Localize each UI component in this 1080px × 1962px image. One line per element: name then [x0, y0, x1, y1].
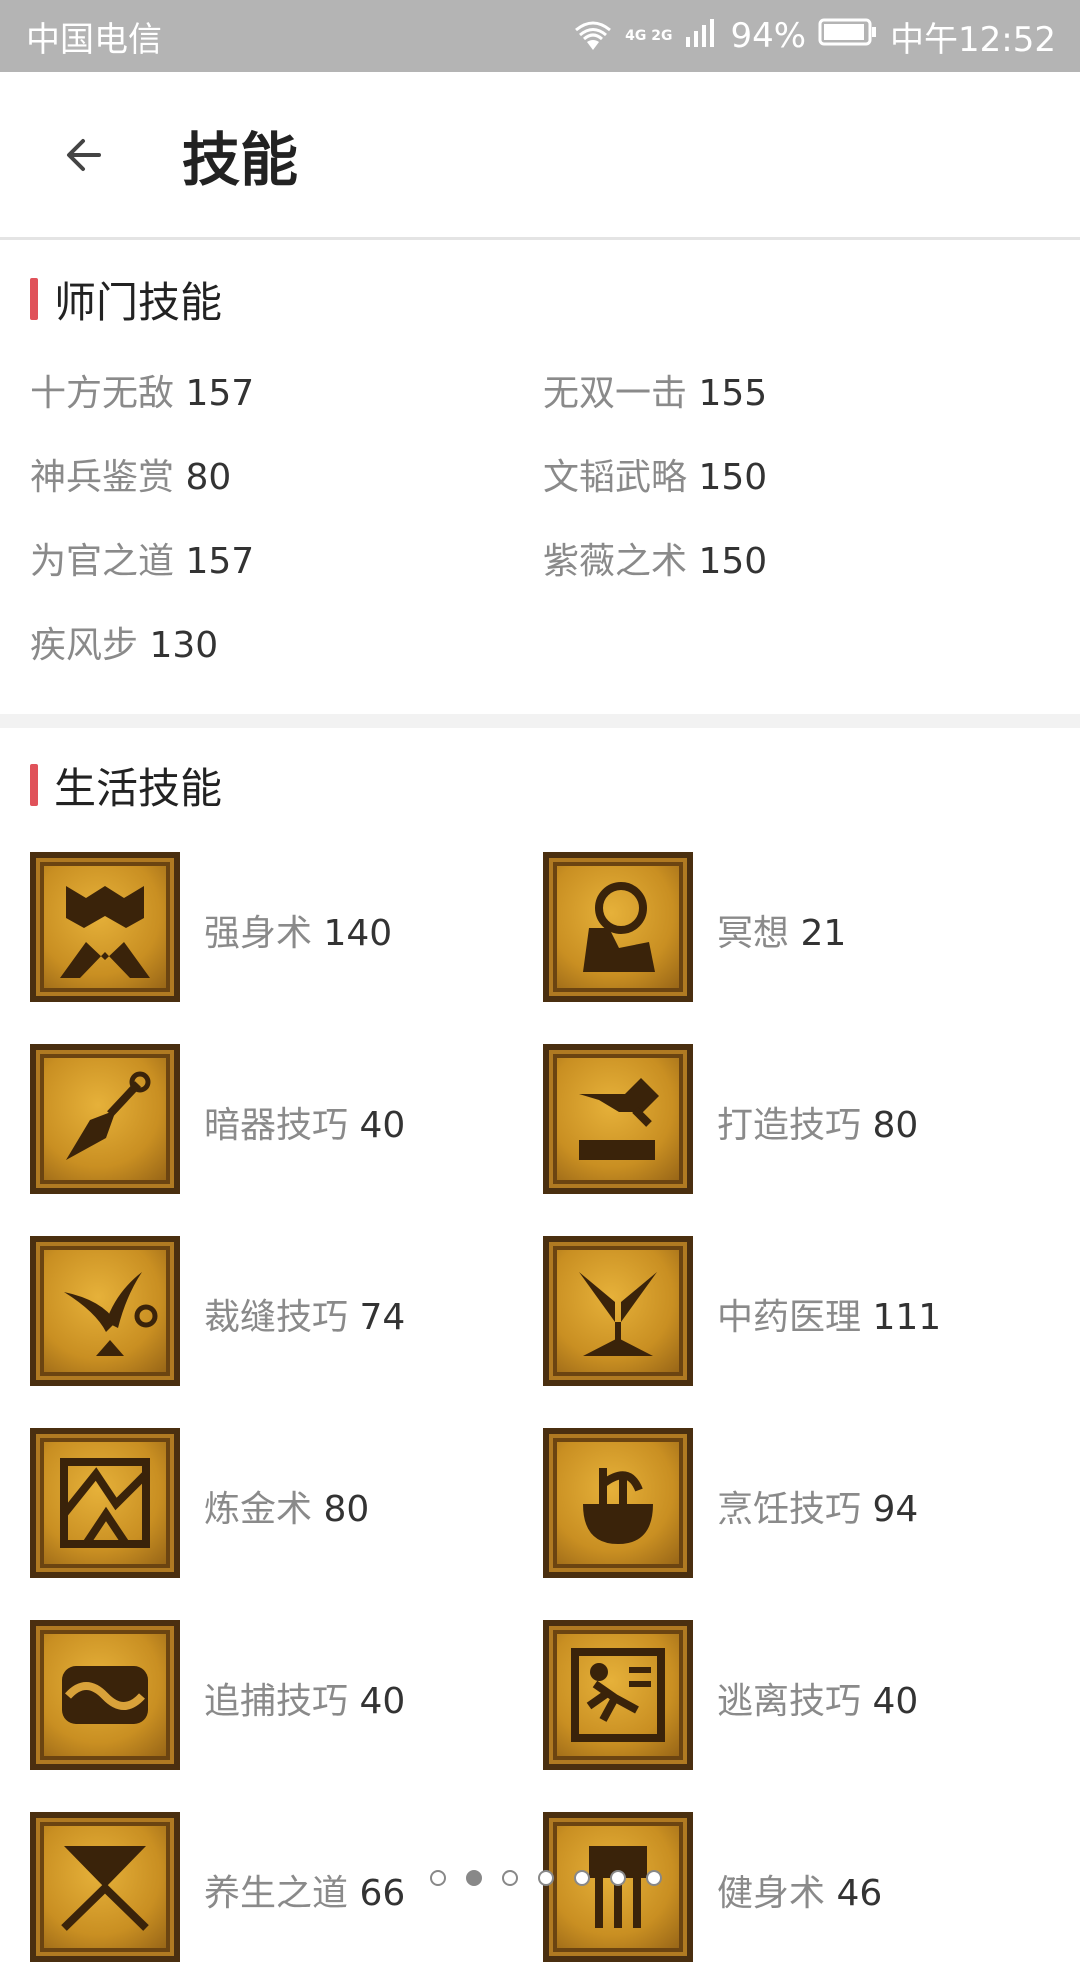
app-bar: 技能	[0, 72, 1080, 240]
sect-skills-section: 师门技能 十方无敌 157 无双一击 155 神兵鉴赏 80 文韬武略 150 …	[0, 243, 1080, 714]
section-header: 生活技能	[30, 763, 222, 813]
sect-skill-item: 无双一击 155	[543, 373, 768, 414]
life-skill-label: 打造技巧 80	[717, 1105, 919, 1146]
page-title: 技能	[182, 125, 299, 194]
life-skill-label: 追捕技巧 40	[204, 1681, 406, 1722]
section-accent-bar	[30, 764, 38, 806]
sect-skill-item: 神兵鉴赏 80	[30, 457, 232, 498]
page-dot[interactable]	[430, 1870, 446, 1886]
back-button[interactable]	[34, 105, 134, 205]
life-skills-section: 生活技能 强身术 140 冥想 21 暗器技巧 40 打造技巧 80 裁缝技巧 …	[0, 728, 1080, 1962]
life-skill-label: 炼金术 80	[204, 1489, 370, 1530]
life-skill-label: 冥想 21	[717, 913, 847, 954]
page-dot-active[interactable]	[466, 1870, 482, 1886]
sect-skill-item: 十方无敌 157	[30, 373, 255, 414]
wellness-icon	[30, 1812, 180, 1962]
running-man-icon	[543, 1620, 693, 1770]
life-skill-label: 强身术 140	[204, 913, 393, 954]
page-dot[interactable]	[574, 1870, 590, 1886]
life-skill-label: 养生之道 66	[204, 1873, 406, 1914]
section-title: 生活技能	[54, 763, 223, 813]
status-icons: 4G 2G 94% 中午12:52	[573, 12, 1056, 61]
anvil-hammer-icon	[543, 1044, 693, 1194]
life-skill-item[interactable]: 烹饪技巧 94	[543, 1428, 1053, 1578]
page-dot[interactable]	[610, 1870, 626, 1886]
life-skill-label: 中药医理 111	[717, 1297, 942, 1338]
network-type-label: 4G 2G	[625, 28, 673, 44]
section-title: 师门技能	[54, 277, 223, 327]
section-header: 师门技能	[30, 277, 222, 327]
alchemy-icon	[30, 1428, 180, 1578]
strength-icon	[30, 852, 180, 1002]
wifi-icon	[573, 20, 613, 52]
life-skill-item[interactable]: 暗器技巧 40	[30, 1044, 540, 1194]
page-dot[interactable]	[538, 1870, 554, 1886]
sect-skill-item: 疾风步 130	[30, 625, 219, 666]
page-indicator	[430, 1870, 662, 1886]
life-skill-label: 逃离技巧 40	[717, 1681, 919, 1722]
signal-icon	[684, 16, 718, 56]
dart-icon	[30, 1044, 180, 1194]
sect-skill-item: 紫薇之术 150	[543, 541, 768, 582]
life-skill-item[interactable]: 裁缝技巧 74	[30, 1236, 540, 1386]
section-divider	[0, 714, 1080, 728]
page-dot[interactable]	[502, 1870, 518, 1886]
life-skill-label: 烹饪技巧 94	[717, 1489, 919, 1530]
fitness-icon	[543, 1812, 693, 1962]
life-skill-label: 暗器技巧 40	[204, 1105, 406, 1146]
herb-icon	[543, 1236, 693, 1386]
rope-icon	[30, 1620, 180, 1770]
life-skill-item[interactable]: 强身术 140	[30, 852, 540, 1002]
meditation-icon	[543, 852, 693, 1002]
battery-icon	[818, 16, 878, 56]
life-skill-item[interactable]: 健身术 46	[543, 1812, 1053, 1962]
carrier-label: 中国电信	[26, 19, 162, 60]
status-bar: 中国电信 4G 2G 94% 中午12:52	[0, 0, 1080, 72]
life-skill-item[interactable]: 冥想 21	[543, 852, 1053, 1002]
arrow-left-icon	[67, 138, 101, 171]
section-accent-bar	[30, 278, 38, 320]
life-skill-label: 健身术 46	[717, 1873, 883, 1914]
clock: 中午12:52	[890, 19, 1056, 60]
life-skill-item[interactable]: 打造技巧 80	[543, 1044, 1053, 1194]
page-dot[interactable]	[646, 1870, 662, 1886]
cooking-pot-icon	[543, 1428, 693, 1578]
scissors-icon	[30, 1236, 180, 1386]
sect-skill-item: 为官之道 157	[30, 541, 255, 582]
life-skill-item[interactable]: 炼金术 80	[30, 1428, 540, 1578]
battery-percent: 94%	[730, 16, 807, 56]
life-skill-item[interactable]: 养生之道 66	[30, 1812, 540, 1962]
life-skill-item[interactable]: 追捕技巧 40	[30, 1620, 540, 1770]
life-skill-item[interactable]: 中药医理 111	[543, 1236, 1053, 1386]
life-skill-label: 裁缝技巧 74	[204, 1297, 406, 1338]
life-skill-item[interactable]: 逃离技巧 40	[543, 1620, 1053, 1770]
sect-skill-item: 文韬武略 150	[543, 457, 768, 498]
